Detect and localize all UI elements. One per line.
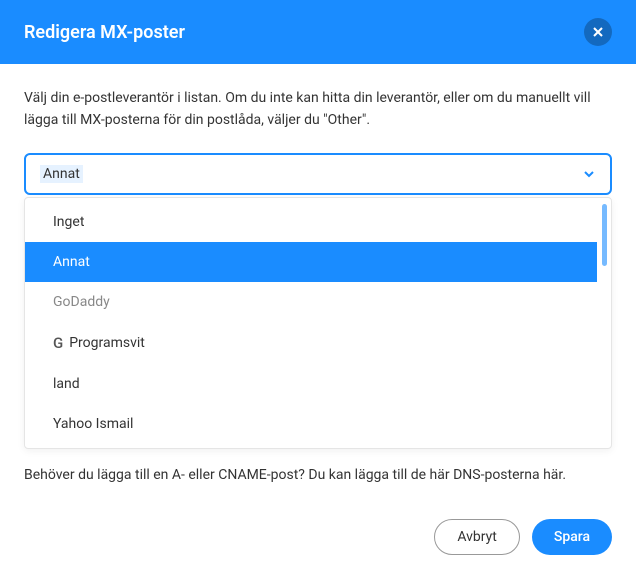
- dropdown-option-land[interactable]: land: [25, 364, 597, 404]
- provider-select[interactable]: Annat: [24, 153, 612, 195]
- option-label: GoDaddy: [53, 294, 110, 310]
- save-button[interactable]: Spara: [532, 519, 612, 555]
- close-button[interactable]: [584, 18, 612, 46]
- dropdown-option-godaddy[interactable]: GoDaddy: [25, 282, 597, 322]
- modal-title: Redigera MX-poster: [24, 22, 185, 43]
- modal-header: Redigera MX-poster: [0, 0, 636, 64]
- option-label: Yahoo Ismail: [53, 416, 133, 432]
- google-g-icon: G: [53, 334, 63, 352]
- hint-text: Behöver du lägga till en A- eller CNAME-…: [24, 467, 612, 483]
- option-label: Annat: [53, 254, 90, 270]
- option-label: land: [53, 376, 80, 392]
- modal-body: Välj din e-postleverantör i listan. Om d…: [0, 64, 636, 499]
- option-label: Programsvit: [69, 335, 145, 351]
- dropdown-option-yahoo[interactable]: Yahoo Ismail: [25, 404, 597, 444]
- modal-footer: Avbryt Spara: [0, 499, 636, 579]
- option-label: Inget: [53, 214, 84, 230]
- close-icon: [592, 26, 604, 38]
- cancel-button[interactable]: Avbryt: [434, 519, 520, 555]
- scrollbar[interactable]: [602, 204, 607, 266]
- dropdown-option-annat[interactable]: Annat: [25, 242, 597, 282]
- chevron-down-icon: [582, 167, 596, 181]
- select-value: Annat: [40, 165, 83, 183]
- provider-dropdown: Inget Annat GoDaddy G Programsvit land Y…: [24, 197, 612, 449]
- description-text: Välj din e-postleverantör i listan. Om d…: [24, 88, 612, 131]
- dropdown-option-inget[interactable]: Inget: [25, 202, 597, 242]
- dropdown-option-programsvit[interactable]: G Programsvit: [25, 322, 597, 364]
